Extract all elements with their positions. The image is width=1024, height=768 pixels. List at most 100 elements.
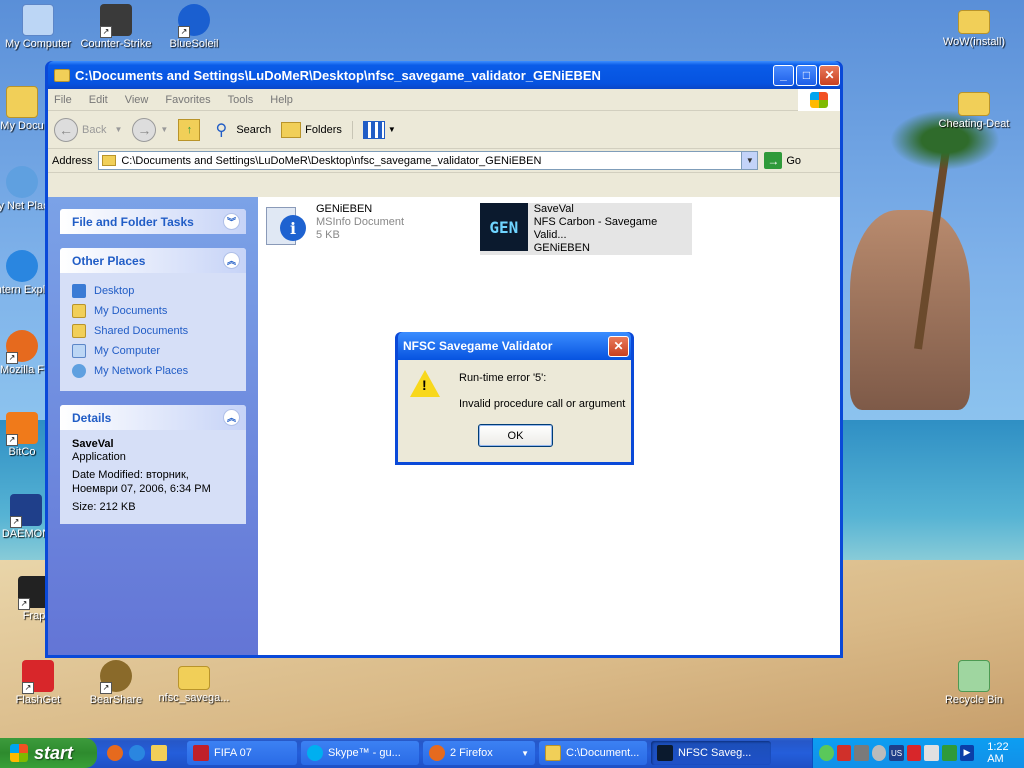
taskbar-button-explorer[interactable]: C:\Document... <box>539 741 647 765</box>
desktop-icon-cheating-death[interactable]: Cheating-Deat <box>936 86 1012 130</box>
taskbar-button-skype[interactable]: Skype™ - gu... <box>301 741 419 765</box>
menu-edit[interactable]: Edit <box>89 94 108 106</box>
desktop-icon-bluesoleil[interactable]: BlueSoleil <box>156 4 232 50</box>
chevron-up-icon[interactable]: ︽ <box>223 252 240 269</box>
desktop-icon-wow-install[interactable]: WoW(install) <box>936 4 1012 48</box>
dialog-titlebar[interactable]: NFSC Savegame Validator ✕ <box>398 332 631 360</box>
bitcomet-icon <box>6 412 38 446</box>
menu-tools[interactable]: Tools <box>228 94 254 106</box>
desktop-icon-counter-strike[interactable]: Counter-Strike <box>78 4 154 50</box>
other-places-title: Other Places <box>72 253 146 268</box>
forward-dropdown-icon[interactable]: ▼ <box>160 125 168 134</box>
menu-bar: File Edit View Favorites Tools Help <box>48 89 840 111</box>
explorer-title: C:\Documents and Settings\LuDoMeR\Deskto… <box>75 67 601 83</box>
views-button[interactable]: ▼ <box>351 120 396 139</box>
address-label: Address <box>52 154 93 167</box>
desktop-icon-nfsc-savegame-folder[interactable]: nfsc_savega... <box>156 660 232 704</box>
file-folder-tasks-header[interactable]: File and Folder Tasks ︾ <box>60 209 246 234</box>
back-label: Back <box>82 123 107 136</box>
go-button[interactable]: → Go <box>764 152 801 169</box>
show-desktop-icon[interactable] <box>151 745 167 761</box>
dialog-close-button[interactable]: ✕ <box>608 335 629 357</box>
other-places-header[interactable]: Other Places ︽ <box>60 248 246 273</box>
bluetooth-icon <box>178 4 210 38</box>
search-icon: ⚲ <box>215 121 228 139</box>
nvidia-tray-icon[interactable] <box>942 745 957 761</box>
firefox-icon <box>6 330 38 364</box>
internet-explorer-icon[interactable] <box>129 745 145 761</box>
start-button[interactable]: start <box>0 738 97 768</box>
place-link-desktop[interactable]: Desktop <box>72 281 234 301</box>
media-tray-icon[interactable]: ▶ <box>959 745 975 761</box>
network-tray-icon[interactable] <box>854 745 869 761</box>
flashget-icon <box>22 660 54 694</box>
details-panel: Details ︽ SaveVal Application Date Modif… <box>60 405 246 524</box>
maximize-button[interactable]: □ <box>796 64 817 86</box>
file-name: SaveVal <box>533 203 574 215</box>
minimize-button[interactable]: _ <box>773 64 794 86</box>
folders-button[interactable]: Folders <box>281 121 342 138</box>
error-dialog: NFSC Savegame Validator ✕ ! Run-time err… <box>395 332 634 465</box>
shared-folder-icon <box>72 324 86 338</box>
menu-file[interactable]: File <box>54 94 72 106</box>
desktop-icon-label: BlueSoleil <box>169 38 219 50</box>
taskbar-button-firefox-group[interactable]: 2 Firefox ▼ <box>423 741 535 765</box>
back-dropdown-icon[interactable]: ▼ <box>114 125 122 134</box>
details-header[interactable]: Details ︽ <box>60 405 246 430</box>
internet-explorer-icon <box>6 250 38 282</box>
chevron-down-icon[interactable]: ︾ <box>223 213 240 230</box>
desktop-icon-recycle-bin[interactable]: Recycle Bin <box>936 660 1012 706</box>
start-label: start <box>34 742 74 763</box>
volume-tray-icon[interactable] <box>924 745 940 761</box>
clock[interactable]: 1:22 AM <box>987 741 1024 765</box>
desktop-icon-bearshare[interactable]: BearShare <box>78 660 154 706</box>
desktop-wallpaper-rock <box>850 210 970 410</box>
folder-icon <box>958 10 990 34</box>
views-dropdown-icon: ▼ <box>387 125 396 134</box>
explorer-titlebar[interactable]: C:\Documents and Settings\LuDoMeR\Deskto… <box>48 61 840 89</box>
dialog-error-code: Run-time error '5': <box>459 372 547 384</box>
back-button[interactable]: ← Back ▼ <box>54 117 122 142</box>
computer-icon <box>72 344 86 358</box>
menu-help[interactable]: Help <box>270 94 293 106</box>
desktop-icon-my-computer[interactable]: My Computer <box>0 4 76 50</box>
messenger-tray-icon[interactable] <box>819 745 834 761</box>
file-item-genieben[interactable]: i GENiEBEN MSInfo Document 5 KB <box>262 203 404 251</box>
firefox-icon[interactable] <box>107 745 123 761</box>
language-indicator[interactable]: US <box>889 745 904 761</box>
skype-icon <box>307 745 323 761</box>
search-button[interactable]: ⚲ Search <box>210 119 271 141</box>
taskbar-button-nfsc-validator[interactable]: NFSC Saveg... <box>651 741 771 765</box>
antivirus-tray-icon[interactable] <box>871 745 887 761</box>
forward-button[interactable]: → ▼ <box>132 117 168 142</box>
folder-icon <box>102 155 117 166</box>
recycle-bin-icon <box>958 660 990 692</box>
desktop-icon <box>72 284 86 298</box>
place-link-my-network-places[interactable]: My Network Places <box>72 361 234 381</box>
address-dropdown-icon[interactable]: ▼ <box>741 152 758 169</box>
address-input[interactable]: C:\Documents and Settings\LuDoMeR\Deskto… <box>98 151 759 170</box>
menu-favorites[interactable]: Favorites <box>165 94 210 106</box>
close-button[interactable]: ✕ <box>819 64 840 86</box>
bearshare-icon <box>100 660 132 694</box>
chevron-up-icon[interactable]: ︽ <box>223 409 240 426</box>
go-arrow-icon: → <box>764 152 783 169</box>
place-link-shared-documents[interactable]: Shared Documents <box>72 321 234 341</box>
file-description: NFS Carbon - Savegame Valid... <box>533 216 658 241</box>
up-folder-button[interactable]: ↑ <box>178 118 201 141</box>
place-link-label: My Network Places <box>94 365 189 377</box>
standard-toolbar: ← Back ▼ → ▼ ↑ ⚲ Search Folders ▼ <box>48 111 840 149</box>
flashget-tray-icon[interactable] <box>906 745 922 761</box>
taskbar-button-fifa07[interactable]: FIFA 07 <box>187 741 297 765</box>
place-link-my-computer[interactable]: My Computer <box>72 341 234 361</box>
place-link-label: My Documents <box>94 305 168 317</box>
security-shield-tray-icon[interactable] <box>836 745 852 761</box>
desktop-icon-flashget[interactable]: FlashGet <box>0 660 76 706</box>
maximize-icon: □ <box>802 68 811 82</box>
menu-view[interactable]: View <box>125 94 149 106</box>
documents-folder-icon <box>72 304 86 318</box>
file-item-saveval[interactable]: GEN SaveVal NFS Carbon - Savegame Valid.… <box>480 203 692 255</box>
ok-button[interactable]: OK <box>478 424 553 447</box>
task-pane: File and Folder Tasks ︾ Other Places ︽ D… <box>48 197 258 655</box>
place-link-my-documents[interactable]: My Documents <box>72 301 234 321</box>
